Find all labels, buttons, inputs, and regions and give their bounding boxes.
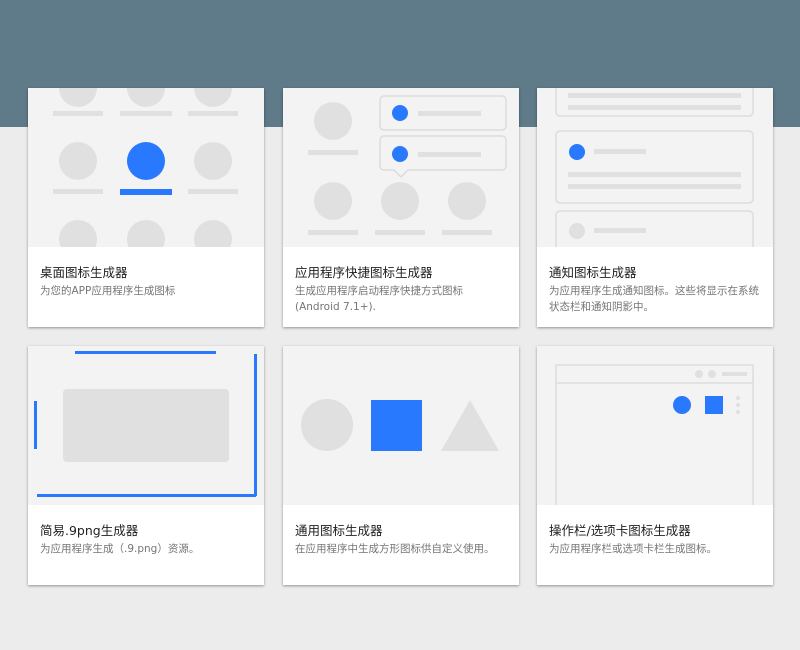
- card-description: 为应用程序栏或选项卡栏生成图标。: [549, 543, 717, 555]
- card-launcher-icon-generator[interactable]: 桌面图标生成器 为您的APP应用程序生成图标: [28, 88, 264, 327]
- card-app-shortcut-icon-generator[interactable]: 应用程序快捷图标生成器 生成应用程序启动程序快捷方式图标 (Android 7.…: [283, 88, 519, 327]
- padding-marker-bottom: [37, 494, 256, 497]
- launcher-icon-preview: [28, 88, 264, 247]
- generic-icon-preview: [283, 346, 519, 505]
- content-area: [63, 389, 229, 462]
- card-description: 为您的APP应用程序生成图标: [40, 285, 176, 297]
- placeholder-icon: [448, 182, 486, 220]
- action-icon-circle: [673, 396, 691, 414]
- placeholder-icon: [127, 220, 165, 247]
- shortcut-icon: [392, 146, 408, 162]
- card-nine-patch-generator[interactable]: 简易.9png生成器 为应用程序生成（.9.png）资源。: [28, 346, 264, 585]
- card-title: 操作栏/选项卡图标生成器: [549, 523, 691, 538]
- card-title: 应用程序快捷图标生成器: [295, 265, 433, 280]
- action-bar-preview: [537, 346, 773, 505]
- window-frame: [555, 364, 754, 505]
- placeholder-icon: [194, 142, 232, 180]
- card-description: 在应用程序中生成方形图标供自定义使用。: [295, 543, 495, 555]
- square-shape-icon: [371, 400, 422, 451]
- app-shortcut-preview: [283, 88, 519, 247]
- placeholder-icon: [314, 182, 352, 220]
- card-description: 生成应用程序启动程序快捷方式图标 (Android 7.1+).: [295, 285, 463, 313]
- stretch-marker-left: [34, 401, 37, 449]
- placeholder-icon: [59, 142, 97, 180]
- notification-panel: [555, 88, 754, 117]
- nine-patch-preview: [28, 346, 264, 505]
- placeholder-icon: [381, 182, 419, 220]
- card-notification-icon-generator[interactable]: 通知图标生成器 为应用程序生成通知图标。这些将显示在系统状态栏和通知阴影中。: [537, 88, 773, 327]
- notification-icon-placeholder: [569, 223, 585, 239]
- card-title: 简易.9png生成器: [40, 523, 139, 538]
- shortcut-icon: [392, 105, 408, 121]
- card-title: 通知图标生成器: [549, 265, 637, 280]
- action-icon-square: [705, 396, 723, 414]
- placeholder-icon: [194, 220, 232, 247]
- card-title: 桌面图标生成器: [40, 265, 128, 280]
- card-action-bar-tab-icon-generator[interactable]: 操作栏/选项卡图标生成器 为应用程序栏或选项卡栏生成图标。: [537, 346, 773, 585]
- card-description: 为应用程序生成通知图标。这些将显示在系统状态栏和通知阴影中。: [549, 285, 759, 313]
- padding-marker-right: [254, 354, 257, 496]
- card-description: 为应用程序生成（.9.png）资源。: [40, 543, 200, 555]
- notification-panel: [555, 210, 754, 247]
- triangle-shape-icon: [441, 400, 499, 451]
- selected-icon: [127, 142, 165, 180]
- card-generic-icon-generator[interactable]: 通用图标生成器 在应用程序中生成方形图标供自定义使用。: [283, 346, 519, 585]
- window-control-icon: [695, 370, 703, 378]
- overflow-menu-icon: [736, 396, 740, 400]
- notification-panel: [555, 130, 754, 204]
- placeholder-icon: [59, 220, 97, 247]
- placeholder-icon: [194, 88, 232, 107]
- selected-label-bar: [120, 189, 172, 195]
- stretch-marker-top: [75, 351, 216, 354]
- placeholder-icon: [59, 88, 97, 107]
- card-title: 通用图标生成器: [295, 523, 383, 538]
- circle-shape-icon: [301, 399, 353, 451]
- notification-preview: [537, 88, 773, 247]
- placeholder-icon: [127, 88, 165, 107]
- placeholder-icon: [314, 102, 352, 140]
- notification-icon: [569, 144, 585, 160]
- window-control-icon: [708, 370, 716, 378]
